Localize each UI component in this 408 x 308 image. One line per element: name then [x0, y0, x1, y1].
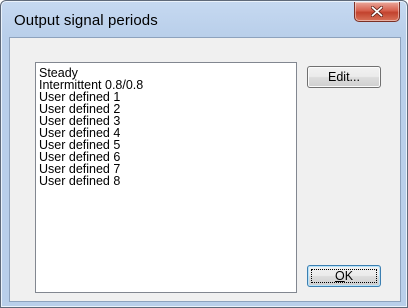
title-bar[interactable]: Output signal periods: [1, 1, 407, 37]
close-icon: [371, 6, 383, 17]
signal-period-list[interactable]: Steady Intermittent 0.8/0.8 User defined…: [35, 62, 297, 293]
dialog-window: Output signal periods Steady Intermitten…: [0, 0, 408, 308]
close-button[interactable]: [354, 2, 400, 22]
dialog-body: Steady Intermittent 0.8/0.8 User defined…: [9, 37, 401, 302]
list-item[interactable]: User defined 8: [36, 175, 296, 188]
edit-button[interactable]: Edit...: [307, 66, 381, 88]
window-title: Output signal periods: [14, 12, 158, 29]
list-items: Steady Intermittent 0.8/0.8 User defined…: [36, 63, 296, 188]
focus-rectangle: [311, 269, 377, 283]
ok-button[interactable]: OK: [307, 265, 381, 287]
